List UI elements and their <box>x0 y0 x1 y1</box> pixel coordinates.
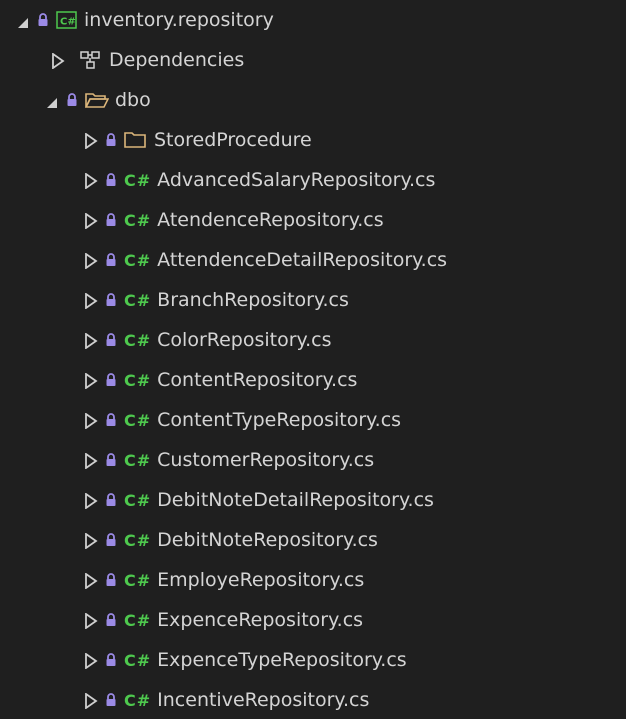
csharp-file-icon: C# <box>124 490 152 510</box>
file-name: AdvancedSalaryRepository.cs <box>157 169 436 191</box>
open-folder-icon <box>85 90 109 110</box>
csharp-project-icon: C# <box>56 11 78 29</box>
file-item[interactable]: C# DebitNoteRepository.cs <box>0 520 626 560</box>
lock-icon <box>104 212 118 228</box>
file-name: BranchRepository.cs <box>157 289 349 311</box>
expanded-arrow-icon[interactable] <box>16 13 30 28</box>
file-name: IncentiveRepository.cs <box>157 689 370 711</box>
file-name: DebitNoteDetailRepository.cs <box>157 489 434 511</box>
file-name: AttendenceDetailRepository.cs <box>157 249 448 271</box>
collapsed-arrow-icon[interactable] <box>84 572 98 590</box>
csharp-file-icon: C# <box>124 170 152 190</box>
file-name: DebitNoteRepository.cs <box>157 529 378 551</box>
expanded-arrow-icon[interactable] <box>45 93 59 108</box>
folder-icon <box>124 130 148 150</box>
csharp-file-icon: C# <box>124 210 152 230</box>
file-item[interactable]: C# EmployeRepository.cs <box>0 560 626 600</box>
lock-icon <box>104 612 118 628</box>
tree-item-project[interactable]: C# inventory.repository <box>0 0 626 40</box>
csharp-file-icon: C# <box>124 610 152 630</box>
lock-icon <box>104 572 118 588</box>
file-item[interactable]: C# AtendenceRepository.cs <box>0 200 626 240</box>
collapsed-arrow-icon[interactable] <box>84 252 98 270</box>
lock-icon <box>104 492 118 508</box>
file-item[interactable]: C# ContentTypeRepository.cs <box>0 400 626 440</box>
lock-icon <box>104 252 118 268</box>
lock-icon <box>104 532 118 548</box>
csharp-file-icon: C# <box>124 250 152 270</box>
file-name: ExpenceTypeRepository.cs <box>157 649 407 671</box>
collapsed-arrow-icon[interactable] <box>84 452 98 470</box>
collapsed-arrow-icon[interactable] <box>51 52 65 70</box>
file-item[interactable]: C# BranchRepository.cs <box>0 280 626 320</box>
file-item[interactable]: C# ContentRepository.cs <box>0 360 626 400</box>
lock-icon <box>65 92 79 108</box>
lock-icon <box>104 372 118 388</box>
csharp-file-icon: C# <box>124 650 152 670</box>
lock-icon <box>104 692 118 708</box>
dependencies-icon <box>79 50 103 70</box>
collapsed-arrow-icon[interactable] <box>84 692 98 710</box>
file-item[interactable]: C# AdvancedSalaryRepository.cs <box>0 160 626 200</box>
csharp-file-icon: C# <box>124 410 152 430</box>
dependencies-label: Dependencies <box>109 49 245 71</box>
lock-icon <box>104 452 118 468</box>
csharp-file-icon: C# <box>124 530 152 550</box>
lock-icon <box>104 652 118 668</box>
collapsed-arrow-icon[interactable] <box>84 532 98 550</box>
csharp-file-icon: C# <box>124 330 152 350</box>
file-name: ContentTypeRepository.cs <box>157 409 402 431</box>
file-item[interactable]: C# ExpenceTypeRepository.cs <box>0 640 626 680</box>
collapsed-arrow-icon[interactable] <box>84 132 98 150</box>
file-item[interactable]: C# ExpenceRepository.cs <box>0 600 626 640</box>
csharp-file-icon: C# <box>124 690 152 710</box>
lock-icon <box>104 292 118 308</box>
svg-text:C#: C# <box>60 17 76 28</box>
collapsed-arrow-icon[interactable] <box>84 292 98 310</box>
lock-icon <box>104 132 118 148</box>
file-name: CustomerRepository.cs <box>157 449 375 471</box>
collapsed-arrow-icon[interactable] <box>84 332 98 350</box>
collapsed-arrow-icon[interactable] <box>84 612 98 630</box>
file-item[interactable]: C# AttendenceDetailRepository.cs <box>0 240 626 280</box>
csharp-file-icon: C# <box>124 570 152 590</box>
storedprocedure-label: StoredProcedure <box>154 129 312 151</box>
file-item[interactable]: C# ColorRepository.cs <box>0 320 626 360</box>
collapsed-arrow-icon[interactable] <box>84 652 98 670</box>
lock-icon <box>36 12 50 28</box>
csharp-file-icon: C# <box>124 290 152 310</box>
file-item[interactable]: C# IncentiveRepository.cs <box>0 680 626 719</box>
lock-icon <box>104 412 118 428</box>
file-item[interactable]: C# DebitNoteDetailRepository.cs <box>0 480 626 520</box>
file-name: ExpenceRepository.cs <box>157 609 364 631</box>
lock-icon <box>104 172 118 188</box>
csharp-file-icon: C# <box>124 370 152 390</box>
collapsed-arrow-icon[interactable] <box>84 412 98 430</box>
project-name: inventory.repository <box>84 9 274 31</box>
file-item[interactable]: C# CustomerRepository.cs <box>0 440 626 480</box>
dbo-label: dbo <box>115 89 151 111</box>
solution-explorer-panel: C# inventory.repository Dependencies dbo <box>0 0 626 719</box>
tree-item-dependencies[interactable]: Dependencies <box>0 40 626 80</box>
lock-icon <box>104 332 118 348</box>
csharp-file-icon: C# <box>124 450 152 470</box>
file-name: ContentRepository.cs <box>157 369 358 391</box>
collapsed-arrow-icon[interactable] <box>84 372 98 390</box>
file-name: EmployeRepository.cs <box>157 569 365 591</box>
file-name: AtendenceRepository.cs <box>157 209 384 231</box>
file-name: ColorRepository.cs <box>157 329 332 351</box>
tree-item-dbo[interactable]: dbo <box>0 80 626 120</box>
collapsed-arrow-icon[interactable] <box>84 492 98 510</box>
tree-item-storedprocedure[interactable]: StoredProcedure <box>0 120 626 160</box>
collapsed-arrow-icon[interactable] <box>84 172 98 190</box>
collapsed-arrow-icon[interactable] <box>84 212 98 230</box>
